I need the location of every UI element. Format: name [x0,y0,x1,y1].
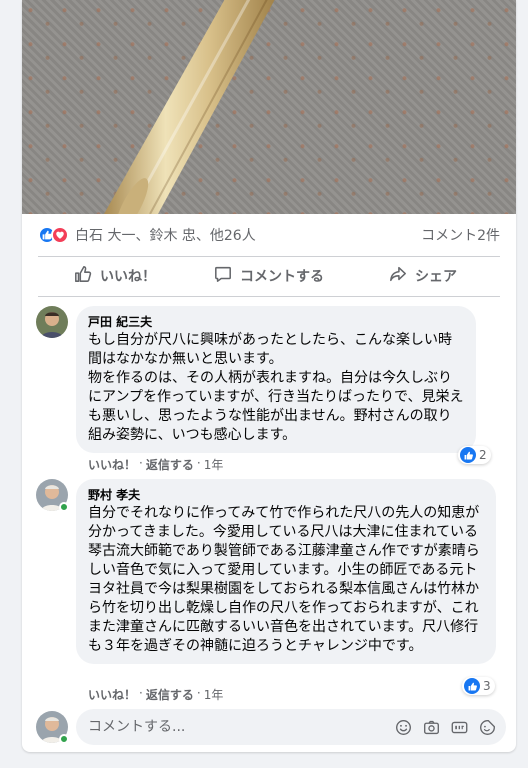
emoji-icon[interactable] [394,718,412,736]
sticker-icon[interactable] [478,718,496,736]
comment-author[interactable]: 戸田 紀三夫 [88,314,464,330]
avatar[interactable] [36,306,68,338]
share-button[interactable]: シェア [346,258,500,294]
post-photo[interactable] [22,0,516,214]
comment-item: 戸田 紀三夫 もし自分が尺八に興味があったとしたら、こんな楽しい時間はなかなか無… [36,306,506,474]
comment-like-link[interactable]: いいね！ [88,686,136,703]
comment-reaction-count: 3 [483,679,491,693]
comment-meta: いいね！ · 返信する · 1年 [88,456,224,473]
comment-author[interactable]: 野村 孝夫 [88,487,484,503]
love-icon [51,226,69,244]
thumbs-up-icon [74,265,92,287]
like-button-label: いいね！ [100,269,156,285]
like-icon [460,447,476,463]
divider [38,256,500,257]
comment-reaction-badge[interactable]: 2 [458,446,491,464]
like-icon [464,678,480,694]
comment-text: 自分でそれなりに作ってみて竹で作られた尺八の先人の知恵が分かってきました。今愛用… [88,505,480,654]
comment-reaction-badge[interactable]: 3 [462,677,495,695]
comment-composer [36,709,506,745]
comment-reaction-count: 2 [479,448,487,462]
comment-time[interactable]: 1年 [204,686,224,703]
comment-bubble: 野村 孝夫 自分でそれなりに作ってみて竹で作られた尺八の先人の知恵が分かってきま… [76,479,496,664]
reactor-names[interactable]: 白石 大一、鈴木 忠、他26人 [75,225,256,245]
composer-tools [394,718,496,736]
comment-item: 野村 孝夫 自分でそれなりに作ってみて竹で作られた尺八の先人の知恵が分かってきま… [36,479,506,703]
comment-time[interactable]: 1年 [204,456,224,473]
comment-reply-link[interactable]: 返信する [146,456,194,473]
comment-text: もし自分が尺八に興味があったとしたら、こんな楽しい時間はなかなか無いと思います。… [88,332,464,443]
comment-button[interactable]: コメントする [192,258,346,294]
comment-input[interactable] [88,719,394,735]
share-button-label: シェア [415,269,457,285]
post-card: 白石 大一、鈴木 忠、他26人 コメント2件 いいね！ コメントする シェア 戸… [22,0,516,752]
gif-icon[interactable] [450,718,468,736]
share-arrow-icon [389,265,407,287]
online-status-indicator [59,734,69,744]
speech-bubble-icon [214,265,232,287]
reaction-summary[interactable]: 白石 大一、鈴木 忠、他26人 コメント2件 [38,224,500,246]
comment-like-link[interactable]: いいね！ [88,456,136,473]
camera-icon[interactable] [422,718,440,736]
comment-meta: いいね！ · 返信する · 1年 [88,686,224,703]
comment-button-label: コメントする [240,269,324,285]
comment-reply-link[interactable]: 返信する [146,686,194,703]
like-button[interactable]: いいね！ [38,258,192,294]
bamboo-shakuhachi-image [104,0,275,214]
divider [38,296,500,297]
comment-bubble: 戸田 紀三夫 もし自分が尺八に興味があったとしたら、こんな楽しい時間はなかなか無… [76,306,476,453]
comment-input-box[interactable] [76,709,506,745]
online-status-indicator [59,502,69,512]
comment-count[interactable]: コメント2件 [421,225,500,245]
action-bar: いいね！ コメントする シェア [38,258,500,294]
